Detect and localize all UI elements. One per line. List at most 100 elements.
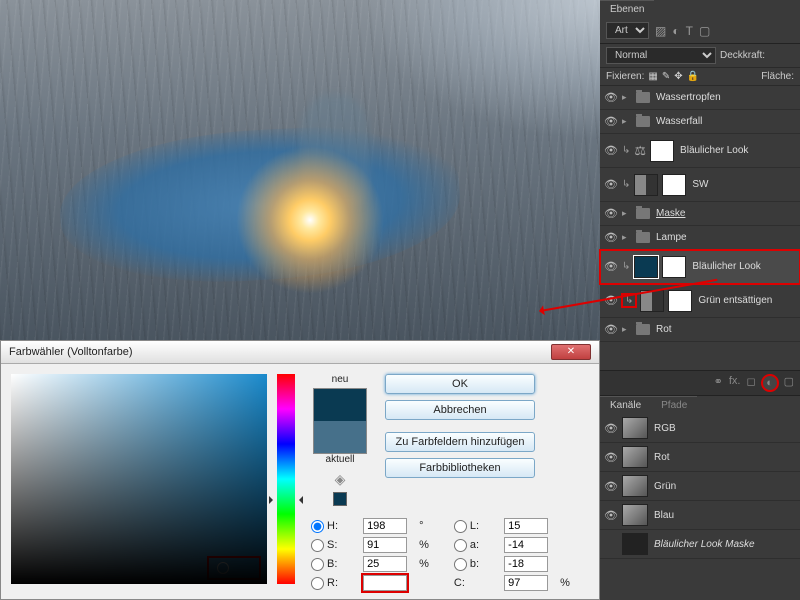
layer-filter-bar: Art ▨ ◐ T ▢ (600, 18, 800, 44)
color-values: H: ° L: S: % a: B: % b: R: C: % (311, 518, 589, 591)
channels-panel: KanälePfade 👁RGB 👁Rot 👁Grün 👁Blau 👁Bläul… (600, 395, 800, 559)
close-button[interactable]: ✕ (551, 344, 591, 360)
layer-group[interactable]: 👁▸Maske (600, 202, 800, 226)
visibility-icon[interactable]: 👁 (604, 178, 618, 191)
l-radio[interactable] (454, 520, 467, 533)
c-unit: % (560, 577, 589, 589)
folder-icon (636, 92, 650, 103)
a-input[interactable] (504, 537, 548, 553)
color-libraries-button[interactable]: Farbbibliotheken (385, 458, 535, 478)
color-field[interactable] (11, 374, 267, 584)
cancel-button[interactable]: Abbrechen (385, 400, 535, 420)
visibility-icon[interactable]: 👁 (604, 207, 618, 220)
layer-adjustment[interactable]: 👁↳⚖Bläulicher Look (600, 134, 800, 168)
channel-thumb (622, 533, 648, 555)
ok-button[interactable]: OK (385, 374, 535, 394)
mask-thumb[interactable] (662, 256, 686, 278)
channels-tab[interactable]: Kanäle (600, 396, 651, 414)
lab-b-input[interactable] (504, 556, 548, 572)
fx-icon[interactable]: fx. (729, 375, 741, 391)
r-label: R: (327, 577, 338, 589)
mask-thumb[interactable] (668, 290, 692, 312)
visibility-icon[interactable]: 👁 (604, 144, 618, 157)
blend-mode-select[interactable]: Normal (606, 47, 716, 64)
visibility-icon[interactable]: 👁 (604, 323, 618, 336)
a-radio[interactable] (454, 539, 467, 552)
expand-icon[interactable]: ▸ (622, 116, 632, 127)
a-label: a: (470, 539, 479, 551)
visibility-icon[interactable]: 👁 (604, 451, 618, 464)
mask-icon[interactable]: ◻ (746, 375, 755, 391)
b-input[interactable] (363, 556, 407, 572)
expand-icon[interactable]: ▸ (622, 232, 632, 243)
lock-position-icon[interactable]: ✥ (674, 71, 682, 82)
h-unit: ° (419, 520, 448, 532)
layer-adjustment[interactable]: 👁↳Grün entsättigen (600, 284, 800, 318)
layer-group[interactable]: 👁▸Wasserfall (600, 110, 800, 134)
h-radio[interactable] (311, 520, 324, 533)
r-radio[interactable] (311, 577, 324, 590)
annotation-highlight (207, 556, 261, 580)
layers-tab[interactable]: Ebenen (600, 0, 654, 18)
channel-mask[interactable]: 👁Bläulicher Look Maske (600, 530, 800, 559)
hue-indicator (271, 492, 301, 500)
b-radio[interactable] (311, 558, 324, 571)
channel-blue[interactable]: 👁Blau (600, 501, 800, 530)
visibility-icon[interactable]: 👁 (604, 480, 618, 493)
layer-group[interactable]: 👁▸Lampe (600, 226, 800, 250)
visibility-icon[interactable]: 👁 (604, 509, 618, 522)
gamut-warning-icon[interactable]: ◈ (305, 471, 375, 488)
layer-fill-selected[interactable]: 👁↳Bläulicher Look (600, 250, 800, 284)
b-label: B: (327, 558, 337, 570)
bw-thumb[interactable] (634, 174, 658, 196)
paths-tab[interactable]: Pfade (651, 396, 697, 414)
l-input[interactable] (504, 518, 548, 534)
channel-red[interactable]: 👁Rot (600, 443, 800, 472)
mask-thumb[interactable] (650, 140, 674, 162)
channel-rgb[interactable]: 👁RGB (600, 414, 800, 443)
hue-slider[interactable] (277, 374, 295, 584)
visibility-icon[interactable]: 👁 (604, 231, 618, 244)
channel-thumb (622, 504, 648, 526)
color-thumb[interactable] (634, 256, 658, 278)
balance-icon: ⚖ (634, 143, 646, 159)
h-input[interactable] (363, 518, 407, 534)
new-group-icon[interactable]: ▢ (784, 375, 794, 391)
channel-green[interactable]: 👁Grün (600, 472, 800, 501)
c-label: C: (454, 577, 465, 589)
new-adjustment-icon[interactable]: ◐ (762, 375, 778, 391)
websafe-swatch[interactable] (333, 492, 347, 506)
visibility-icon[interactable]: 👁 (604, 422, 618, 435)
visibility-icon[interactable]: 👁 (604, 91, 618, 104)
add-swatch-button[interactable]: Zu Farbfeldern hinzufügen (385, 432, 535, 452)
dialog-titlebar[interactable]: Farbwähler (Volltonfarbe) ✕ (1, 341, 599, 364)
visibility-icon[interactable]: 👁 (604, 115, 618, 128)
visibility-icon[interactable]: 👁 (604, 260, 618, 273)
current-color-swatch[interactable] (314, 421, 366, 453)
lock-row: Fixieren: ▦ ✎ ✥ 🔒 Fläche: (600, 68, 800, 86)
c-input[interactable] (504, 575, 548, 591)
filter-kind[interactable]: Art (606, 22, 649, 39)
expand-icon[interactable]: ▸ (622, 324, 632, 335)
lock-transparent-icon[interactable]: ▦ (648, 71, 657, 82)
mask-thumb[interactable] (662, 174, 686, 196)
canvas[interactable] (0, 0, 600, 340)
lock-all-icon[interactable]: 🔒 (687, 71, 699, 82)
lab-b-radio[interactable] (454, 558, 467, 571)
layer-group[interactable]: 👁▸Wassertropfen (600, 86, 800, 110)
lock-label: Fixieren: (606, 71, 644, 82)
s-input[interactable] (363, 537, 407, 553)
lock-pixels-icon[interactable]: ✎ (662, 71, 670, 82)
s-radio[interactable] (311, 539, 324, 552)
filter-image-icon[interactable]: ▨ (655, 24, 666, 38)
layer-adjustment[interactable]: 👁↳SW (600, 168, 800, 202)
filter-adjust-icon[interactable]: ◐ (672, 24, 679, 38)
expand-icon[interactable]: ▸ (622, 208, 632, 219)
layer-group[interactable]: 👁▸Rot (600, 318, 800, 342)
filter-text-icon[interactable]: T (686, 24, 693, 38)
expand-icon[interactable]: ▸ (622, 92, 632, 103)
filter-shape-icon[interactable]: ▢ (699, 24, 710, 38)
link-icon[interactable]: ⚭ (714, 375, 723, 391)
r-input[interactable] (363, 575, 407, 591)
color-preview (313, 388, 367, 454)
